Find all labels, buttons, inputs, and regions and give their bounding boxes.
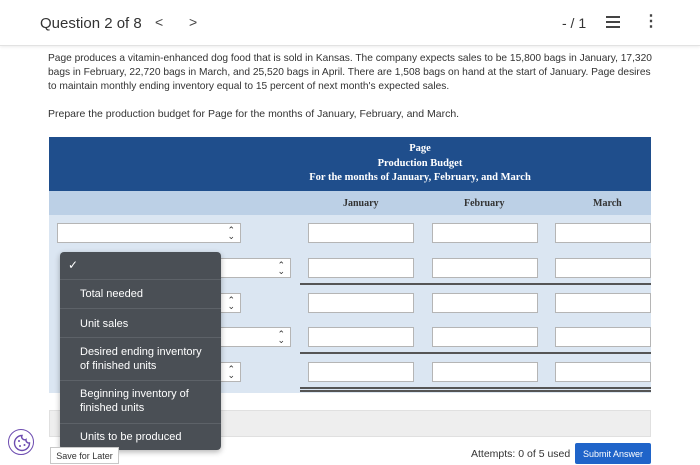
row-2-february-input[interactable] [432,258,538,278]
problem-statement: Page produces a vitamin-enhanced dog foo… [48,53,652,92]
question-counter: Question 2 of 8 [40,15,142,32]
row-5-double-underline [300,390,651,392]
previous-question-button[interactable]: < [155,14,163,30]
row-4-label-select[interactable]: ⌃ ⌄ [215,327,291,347]
dropdown-option-beginning-inventory[interactable]: Beginning inventory of finished units [60,380,221,423]
company-name: Page [409,143,431,154]
row-5-february-input[interactable] [432,362,538,382]
budget-period: For the months of January, February, and… [309,172,531,183]
dropdown-option-desired-ending-inventory[interactable]: Desired ending inventory of finished uni… [60,337,221,380]
row-3-march-input[interactable] [555,293,651,313]
dropdown-option-units-to-be-produced[interactable]: Units to be produced [60,423,221,450]
row-4-january-input[interactable] [308,327,414,347]
row-4-march-input[interactable] [555,327,651,347]
row-3-february-input[interactable] [432,293,538,313]
select-arrows-icon: ⌃ ⌄ [227,225,235,241]
row-5-march-input[interactable] [555,362,651,382]
row-1-march-input[interactable] [555,223,651,243]
select-arrows-icon: ⌃ ⌄ [277,260,285,276]
submit-answer-button[interactable]: Submit Answer [575,443,651,464]
select-arrows-icon: ⌃ ⌄ [227,295,235,311]
column-february: February [464,198,505,209]
score-display: - / 1 [562,15,587,31]
row-2-january-input[interactable] [308,258,414,278]
more-options-icon[interactable]: ⋮ [643,14,659,30]
dropdown-option-unit-sales[interactable]: Unit sales [60,308,221,337]
attempts-counter: Attempts: 0 of 5 used [471,448,571,460]
row-label-dropdown-menu: ✓ Total needed Unit sales Desired ending… [60,252,221,450]
question-list-icon[interactable] [606,16,620,29]
row-2-underline [300,283,651,285]
column-march: March [593,198,622,209]
row-4-underline [300,352,651,354]
cookie-settings-icon[interactable] [8,429,34,455]
row-1-label-select[interactable]: ⌃ ⌄ [57,223,241,243]
row-1-january-input[interactable] [308,223,414,243]
row-3-january-input[interactable] [308,293,414,313]
select-arrows-icon: ⌃ ⌄ [277,329,285,345]
dropdown-option-total-needed[interactable]: Total needed [60,279,221,308]
select-arrows-icon: ⌃ ⌄ [227,364,235,380]
check-icon: ✓ [68,258,79,272]
row-1-february-input[interactable] [432,223,538,243]
row-2-label-select[interactable]: ⌃ ⌄ [215,258,291,278]
row-5-january-input[interactable] [308,362,414,382]
question-prompt: Prepare the production budget for Page f… [48,108,460,120]
row-4-february-input[interactable] [432,327,538,347]
next-question-button[interactable]: > [189,14,197,30]
save-for-later-button[interactable]: Save for Later [50,447,119,464]
column-january: January [343,198,379,209]
budget-title: Production Budget [377,157,463,169]
question-header: Question 2 of 8 < > - / 1 ⋮ [0,0,700,46]
column-header-row: January February March [49,191,651,215]
row-5-double-underline [300,387,651,389]
budget-table-header: Page Production Budget For the months of… [49,137,651,191]
row-2-march-input[interactable] [555,258,651,278]
